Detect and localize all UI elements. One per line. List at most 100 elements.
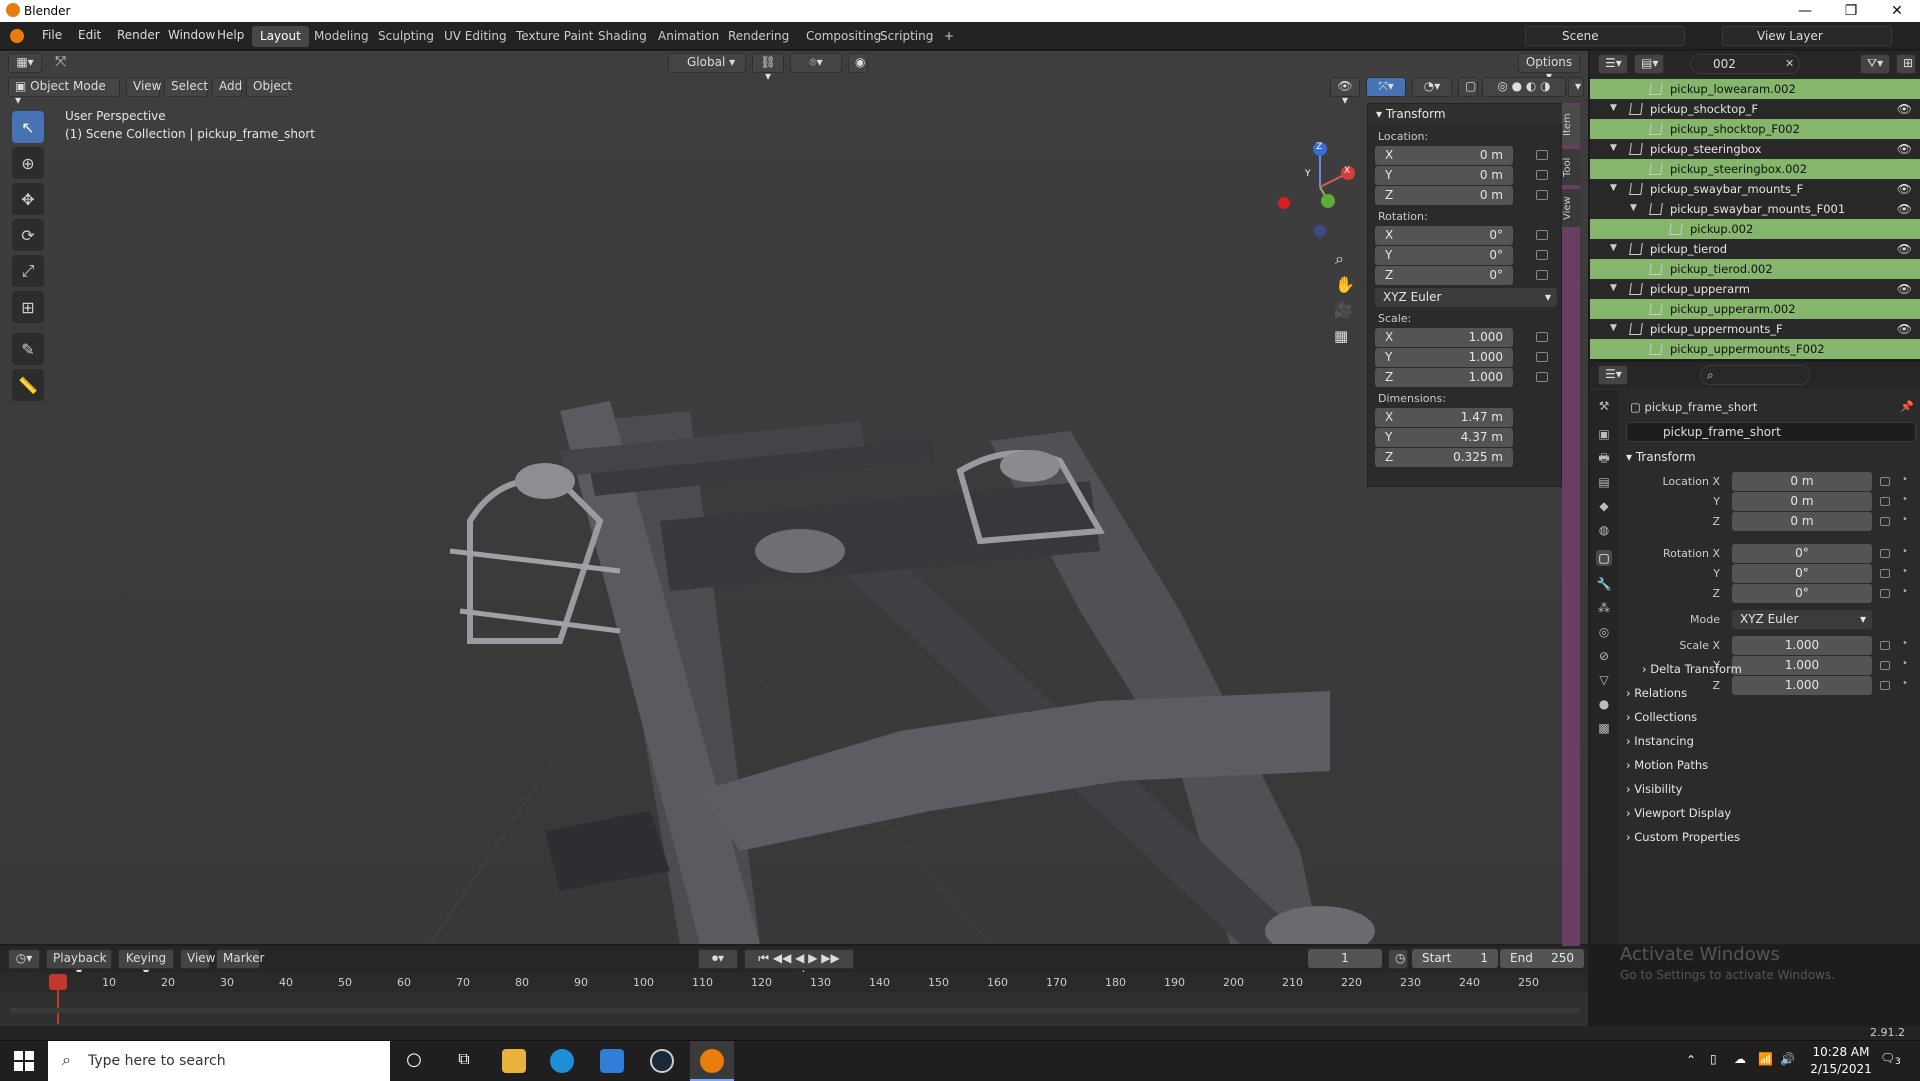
lock-icon[interactable] (1536, 150, 1548, 160)
outliner-row[interactable]: pickup.002 (1590, 219, 1920, 239)
outliner-row[interactable]: ▼ pickup_swaybar_mounts_F 👁 (1590, 179, 1920, 199)
outliner-row[interactable]: ▼ pickup_swaybar_mounts_F001 👁 (1590, 199, 1920, 219)
delta-transform-section[interactable]: › Delta Transform (1642, 662, 1742, 676)
pin-icon[interactable]: 📌 (1900, 400, 1914, 413)
end-frame-field[interactable]: End 250 (1500, 949, 1584, 968)
location-field[interactable]: 0 m (1732, 472, 1872, 491)
outliner-row[interactable]: pickup_shocktop_F002 (1590, 119, 1920, 139)
3d-viewport[interactable]: ▦▾ ⤧ Global ▾ ⛓▾ ⌾▾ ◉ Options ▾ ▣ Object… (0, 51, 1588, 944)
windows-start-icon[interactable] (14, 1051, 34, 1071)
location-x-field[interactable]: X 0 m (1375, 146, 1513, 165)
location-field[interactable]: 0 m (1732, 492, 1872, 511)
lock-icon[interactable] (1880, 569, 1890, 578)
rotation-field[interactable]: 0° (1732, 584, 1872, 603)
rotation-x-field[interactable]: X 0° (1375, 226, 1513, 245)
keyframe-dot-icon[interactable]: • (1902, 586, 1908, 597)
eye-icon[interactable]: 👁 (1897, 102, 1912, 116)
blender-menu-icon[interactable] (10, 29, 24, 43)
outliner-row[interactable]: ▼ pickup_tierod 👁 (1590, 239, 1920, 259)
output-props-icon[interactable]: 🖶 (1596, 450, 1612, 466)
lock-icon[interactable] (1536, 270, 1548, 280)
tray-chevron-icon[interactable]: ⌃ (1686, 1053, 1696, 1067)
outliner-row[interactable]: ▼ pickup_steeringbox 👁 (1590, 139, 1920, 159)
eye-icon[interactable]: 👁 (1897, 142, 1912, 156)
transform-panel-header[interactable]: ▾ Transform (1368, 104, 1563, 124)
task-view-icon[interactable]: ⧉ (452, 1049, 476, 1073)
dimensions-x-field[interactable]: X 1.47 m (1375, 408, 1513, 427)
clock-time[interactable]: 10:28 AM (1806, 1045, 1876, 1059)
current-frame-field[interactable]: 1 (1308, 949, 1382, 968)
outliner-row[interactable]: ▼ pickup_upperarm 👁 (1590, 279, 1920, 299)
section-motion-paths[interactable]: › Motion Paths (1626, 758, 1916, 772)
expand-toggle-icon[interactable]: ▼ (1610, 323, 1617, 333)
rotation-field[interactable]: 0° (1732, 544, 1872, 563)
lock-icon[interactable] (1536, 230, 1548, 240)
expand-toggle-icon[interactable]: ▼ (1630, 203, 1637, 213)
timeline-menu-playback[interactable]: Playback ▾ (46, 949, 112, 979)
section-collections[interactable]: › Collections (1626, 710, 1916, 724)
lock-icon[interactable] (1536, 352, 1548, 362)
object-datablock-field[interactable]: pickup_frame_short (1626, 422, 1916, 442)
taskbar-search-box[interactable]: ⌕ Type here to search (48, 1041, 390, 1081)
outliner-editor-type-icon[interactable]: ☰▾ (1598, 54, 1628, 74)
playback-controls[interactable]: ⏮ ◀◀ ◀ ▶ ▶▶ ⏭ (744, 949, 854, 980)
rotation-field[interactable]: 0° (1732, 564, 1872, 583)
scale-x-field[interactable]: X 1.000 (1375, 328, 1513, 347)
volume-icon[interactable]: 🔊 (1780, 1052, 1795, 1066)
outliner-search-input[interactable]: 002 (1690, 54, 1800, 74)
outliner-row[interactable]: ▼ pickup_uppermounts_F 👁 (1590, 319, 1920, 339)
tab-sculpting[interactable]: Sculpting (370, 26, 442, 47)
steam-icon[interactable] (650, 1049, 674, 1073)
keyframe-dot-icon[interactable]: • (1902, 638, 1908, 649)
menu-window[interactable]: Window (168, 28, 215, 42)
outliner-row[interactable]: pickup_tierod.002 (1590, 259, 1920, 279)
camera-icon[interactable]: 🎥 (1334, 301, 1353, 319)
menu-render[interactable]: Render (117, 28, 160, 42)
keyframe-dot-icon[interactable]: • (1902, 658, 1908, 669)
lock-icon[interactable] (1880, 641, 1890, 650)
navigation-gizmo[interactable]: Z X Y (1270, 139, 1370, 239)
zoom-icon[interactable]: ⌕ (1335, 249, 1344, 269)
properties-search-input[interactable]: ⌕ (1700, 365, 1810, 385)
tab-shading[interactable]: Shading (590, 26, 655, 47)
dimensions-z-field[interactable]: Z 0.325 m (1375, 448, 1513, 467)
tray-device-icon[interactable]: ▯ (1710, 1052, 1717, 1066)
tab-layout[interactable]: Layout (252, 26, 309, 47)
lock-icon[interactable] (1880, 497, 1890, 506)
scale-field[interactable]: 1.000 (1732, 636, 1872, 655)
lock-icon[interactable] (1536, 372, 1548, 382)
dimensions-y-field[interactable]: Y 4.37 m (1375, 428, 1513, 447)
expand-toggle-icon[interactable]: ▼ (1610, 143, 1617, 153)
timeline-menu-keying[interactable]: Keying ▾ (118, 949, 174, 979)
timeline-scrollbar[interactable] (10, 1008, 1580, 1013)
render-props-icon[interactable]: ▣ (1596, 426, 1612, 442)
maximize-button[interactable]: ❐ (1828, 0, 1874, 22)
properties-editor-type-icon[interactable]: ☰▾ (1598, 365, 1628, 385)
lock-icon[interactable] (1536, 170, 1548, 180)
outliner-row[interactable]: pickup_uppermounts_F002 (1590, 339, 1920, 359)
outliner-row[interactable]: pickup_lowearam.002 (1590, 79, 1920, 99)
keyframe-dot-icon[interactable]: • (1902, 546, 1908, 557)
texture-props-icon[interactable]: ▩ (1596, 720, 1612, 736)
physics-props-icon[interactable]: ◎ (1596, 624, 1612, 640)
cortana-icon[interactable]: ○ (402, 1049, 426, 1073)
section-relations[interactable]: › Relations (1626, 686, 1916, 700)
keyframe-dot-icon[interactable]: • (1902, 494, 1908, 505)
tab-rendering[interactable]: Rendering (720, 26, 797, 47)
add-workspace-button[interactable]: + (936, 26, 962, 47)
preview-range-icon[interactable]: ◷ (1388, 949, 1408, 969)
keyframe-dot-icon[interactable]: • (1902, 514, 1908, 525)
clock-date[interactable]: 2/15/2021 (1806, 1062, 1876, 1076)
transform-section-header[interactable]: ▾ Transform (1626, 450, 1696, 464)
eye-icon[interactable]: 👁 (1897, 182, 1912, 196)
eye-icon[interactable]: 👁 (1897, 322, 1912, 336)
rotation-z-field[interactable]: Z 0° (1375, 266, 1513, 285)
tab-animation[interactable]: Animation (650, 26, 727, 47)
scale-z-field[interactable]: Z 1.000 (1375, 368, 1513, 387)
onedrive-icon[interactable]: ☁ (1734, 1052, 1746, 1066)
tab-item[interactable]: Item (1562, 105, 1580, 145)
lock-icon[interactable] (1880, 661, 1890, 670)
tab-uv-editing[interactable]: UV Editing (436, 26, 515, 47)
eye-icon[interactable]: 👁 (1897, 202, 1912, 216)
location-field[interactable]: 0 m (1732, 512, 1872, 531)
